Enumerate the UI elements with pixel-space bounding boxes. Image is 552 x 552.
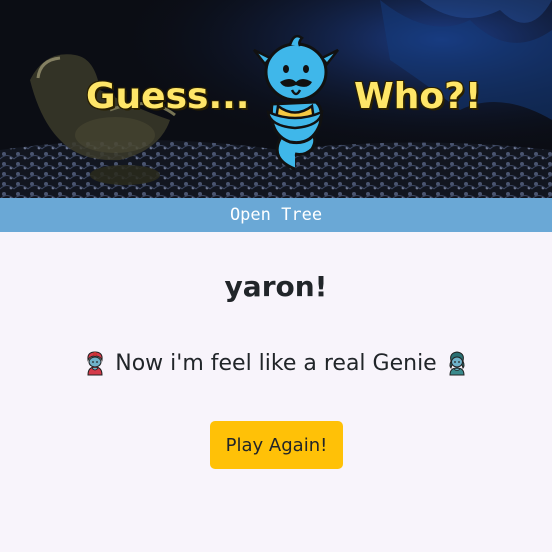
title-who: Who?! [354,76,482,117]
result-panel: yaron! Now i'm feel like a real Genie Pl… [0,232,552,552]
hero-banner: Guess... Who?! [0,0,552,198]
open-tree-link[interactable]: Open Tree [230,205,322,225]
genie-logo-icon [253,34,339,171]
title-guess: Guess... [86,76,250,117]
navbar: Open Tree [0,198,552,232]
player-name-heading: yaron! [224,270,328,303]
play-again-button[interactable]: Play Again! [210,421,343,469]
woman-genie-emoji-icon [449,351,465,376]
genie-message-text: Now i'm feel like a real Genie [115,350,437,376]
result-message-row: Now i'm feel like a real Genie [0,350,552,376]
man-genie-emoji-icon [87,351,103,376]
